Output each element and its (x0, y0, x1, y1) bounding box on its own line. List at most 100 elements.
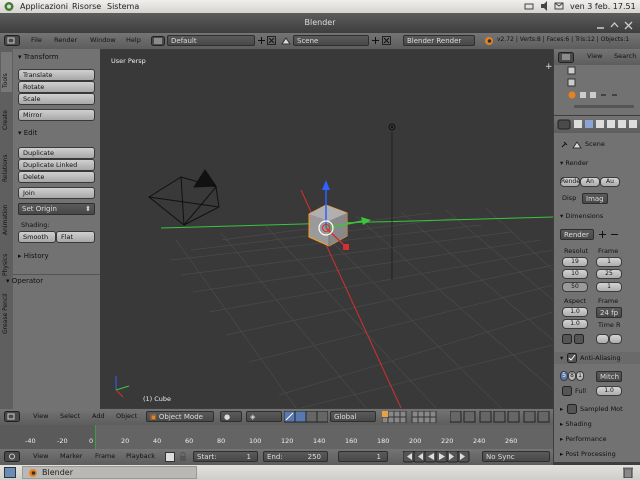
scene-icon[interactable] (280, 36, 292, 48)
delete-button[interactable]: Delete (18, 171, 95, 183)
outliner-tree[interactable] (554, 65, 640, 115)
start-frame-field[interactable]: Start: 1 (193, 451, 258, 462)
3d-viewport[interactable]: User Persp (1) Cube + (101, 50, 553, 408)
clock[interactable]: ven 3 feb. 17.51 (570, 2, 636, 11)
view3d-view-menu[interactable]: View (33, 412, 48, 420)
render-audio-button[interactable]: Au (600, 177, 620, 187)
timeline[interactable]: -40 -20 0 20 40 60 80 100 120 140 160 180 200 220 240 2… (0, 425, 553, 449)
editor-type-icon[interactable] (4, 35, 20, 48)
timeline-marker-menu[interactable]: Marker (60, 452, 82, 460)
outliner-view-menu[interactable]: View (587, 52, 602, 60)
aa-samples-5[interactable]: 5 (560, 371, 568, 381)
playback-controls[interactable] (402, 450, 477, 465)
sampled-motion-checkbox[interactable] (567, 404, 577, 416)
add-preset-icon[interactable] (598, 230, 607, 241)
time-remap-old-field[interactable] (596, 334, 609, 344)
performance-panel-header[interactable]: ▸ Performance (560, 435, 607, 443)
scale-button[interactable]: Scale (18, 93, 95, 105)
interaction-mode-menu[interactable]: ▣ Object Mode (146, 411, 214, 422)
tab-relations[interactable]: Relations (1, 136, 12, 184)
resolution-y-field[interactable]: 10 (562, 269, 588, 279)
current-frame-field[interactable]: 1 (338, 451, 388, 462)
manipulator-icons[interactable] (283, 410, 329, 425)
view3d-object-menu[interactable]: Object (116, 412, 137, 420)
full-sample-checkbox[interactable] (562, 386, 572, 398)
aa-samples-8[interactable]: 8 (568, 371, 576, 381)
mirror-button[interactable]: Mirror (18, 109, 95, 121)
os-menu-system[interactable]: Sistema (107, 2, 139, 11)
shading-panel-header[interactable]: ▸ Shading (560, 420, 592, 428)
pivot-point-menu[interactable]: ◈ (246, 411, 282, 422)
view3d-add-menu[interactable]: Add (92, 412, 105, 420)
add-scene-icon[interactable] (371, 36, 380, 47)
antialias-checkbox[interactable] (567, 353, 577, 365)
preview-range-icon[interactable] (165, 452, 175, 464)
timeline-playback-menu[interactable]: Playback (126, 452, 155, 460)
render-panel-header[interactable]: ▾ Render (560, 159, 588, 167)
aa-filter-menu[interactable]: Mitch (596, 371, 622, 382)
transform-orientation-menu[interactable]: Global (330, 411, 376, 422)
timeline-frame-menu[interactable]: Frame (95, 452, 115, 460)
remove-preset-icon[interactable] (610, 230, 619, 241)
menu-window[interactable]: Window (90, 36, 116, 44)
frame-step-field[interactable]: 1 (596, 282, 622, 292)
remove-screen-icon[interactable] (267, 36, 276, 47)
aa-samples-11[interactable]: 1 (576, 371, 584, 381)
power-icon[interactable] (524, 1, 534, 13)
volume-icon[interactable] (540, 1, 550, 13)
resolution-x-field[interactable]: 19 (562, 257, 588, 267)
dimensions-panel-header[interactable]: ▾ Dimensions (560, 212, 603, 220)
tab-grease-pencil[interactable]: Grease Pencil (1, 281, 12, 336)
render-preset-menu[interactable]: Render (560, 229, 594, 240)
duplicate-linked-button[interactable]: Duplicate Linked (18, 159, 95, 171)
menu-help[interactable]: Help (126, 36, 141, 44)
view3d-editor-icon[interactable] (4, 411, 20, 424)
scene-field[interactable]: Scene (293, 35, 369, 46)
end-frame-field[interactable]: End: 250 (263, 451, 328, 462)
menu-file[interactable]: File (31, 36, 42, 44)
view3d-select-menu[interactable]: Select (60, 412, 80, 420)
history-panel-header[interactable]: ▸ History (13, 250, 100, 262)
shade-flat-button[interactable]: Flat (56, 231, 95, 243)
viewport-shading-menu[interactable]: ● (220, 411, 242, 422)
show-desktop-icon[interactable] (4, 467, 16, 480)
aspect-x-field[interactable]: 1.0 (562, 307, 588, 317)
operator-panel-header[interactable]: ▾ Operator (6, 274, 100, 287)
render-engine-field[interactable]: Blender Render (403, 35, 475, 46)
sampled-motion-panel-header[interactable]: ▸ Sampled Mot (554, 403, 640, 415)
tab-physics[interactable]: Physics (1, 240, 12, 278)
lock-range-icon[interactable] (178, 452, 188, 464)
trash-icon[interactable] (622, 467, 634, 480)
tab-animation[interactable]: Animation (1, 187, 12, 237)
set-origin-menu[interactable]: Set Origin ⬍ (18, 203, 95, 215)
display-field[interactable]: Imag (582, 193, 608, 204)
outliner-editor-icon[interactable] (558, 52, 574, 65)
tab-create[interactable]: Create (1, 95, 12, 133)
outliner-search-menu[interactable]: Search (614, 52, 636, 60)
menu-render[interactable]: Render (54, 36, 77, 44)
post-processing-panel-header[interactable]: ▸ Post Processing (560, 450, 616, 458)
edit-panel-header[interactable]: ▾ Edit (13, 127, 100, 139)
border-checkbox[interactable] (562, 334, 572, 346)
screen-layout-field[interactable]: Default (167, 35, 255, 46)
remove-scene-icon[interactable] (382, 36, 391, 47)
antialias-panel-header[interactable]: ▾ Anti-Aliasing (554, 352, 640, 364)
sync-mode-menu[interactable]: No Sync (482, 451, 550, 462)
frame-start-field[interactable]: 1 (596, 257, 622, 267)
snap-icons[interactable] (449, 410, 550, 425)
shade-smooth-button[interactable]: Smooth (18, 231, 56, 243)
timeline-view-menu[interactable]: View (33, 452, 48, 460)
rotate-button[interactable]: Rotate (18, 81, 95, 93)
viewport-scene[interactable] (101, 50, 553, 408)
render-animation-button[interactable]: An (580, 177, 600, 187)
window-title-bar[interactable]: Blender (0, 13, 640, 33)
os-menu-applications[interactable]: Applicazioni (20, 2, 68, 11)
tab-tools[interactable]: Tools (1, 52, 12, 92)
screen-layout-icon[interactable] (151, 36, 165, 48)
join-button[interactable]: Join (18, 187, 95, 199)
pin-icon[interactable] (560, 140, 569, 151)
transform-panel-header[interactable]: ▾ Transform (13, 51, 100, 63)
frame-rate-menu[interactable]: 24 fp (596, 307, 622, 318)
resolution-percent-field[interactable]: 50 (562, 282, 588, 292)
render-image-button[interactable]: Rende (560, 177, 580, 187)
